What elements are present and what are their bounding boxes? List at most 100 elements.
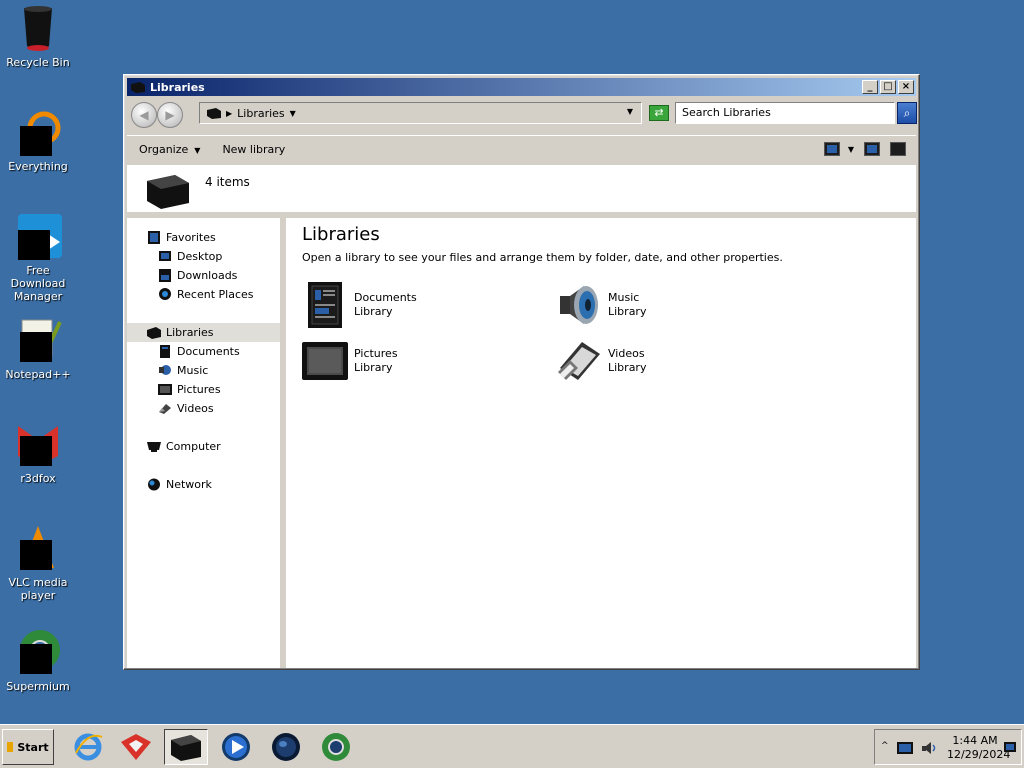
desktop-icon-r3dfox[interactable]: r3dfox: [0, 420, 76, 485]
search-input[interactable]: Search Libraries: [675, 102, 895, 124]
library-item-documents[interactable]: Documents Library: [302, 280, 542, 330]
desktop-icon-everything[interactable]: Everything: [0, 108, 76, 173]
desktop-icon-label: VLC media player: [8, 576, 68, 602]
breadcrumb[interactable]: Libraries: [237, 107, 285, 120]
library-item-videos[interactable]: Videos Library: [556, 336, 796, 386]
nav-item-pictures[interactable]: Pictures: [127, 380, 280, 399]
address-dropdown-icon[interactable]: ▼: [627, 107, 633, 116]
refresh-button[interactable]: ⇄: [649, 105, 669, 121]
display-tray-icon[interactable]: [897, 742, 913, 754]
desktop-icon-recycle-bin[interactable]: Recycle Bin: [0, 4, 76, 69]
view-options-chevron-icon[interactable]: ▼: [848, 145, 854, 154]
supermium-taskbar-button[interactable]: [314, 729, 358, 765]
desktop-icon-label: Notepad++: [5, 368, 71, 381]
network-globe-icon: [147, 478, 161, 491]
nav-item-label: Network: [166, 478, 212, 491]
close-button[interactable]: ×: [898, 80, 914, 94]
nav-item-label: Downloads: [177, 269, 238, 282]
item-count: 4 items: [205, 175, 250, 189]
dark-globe-icon: [272, 733, 300, 761]
desktop-icon-label: Everything: [8, 160, 68, 173]
search-icon[interactable]: ⌕: [897, 102, 917, 124]
everything-icon: [14, 108, 62, 158]
address-bar[interactable]: ▶ Libraries ▼ ▼: [199, 102, 642, 124]
new-library-button[interactable]: New library: [222, 143, 285, 156]
nav-item-documents[interactable]: Documents: [127, 342, 280, 361]
libraries-icon: [206, 106, 222, 120]
content-pane: Libraries Open a library to see your fil…: [286, 218, 916, 668]
r3dfox-icon: [121, 734, 151, 760]
nav-item-label: Libraries: [166, 326, 214, 339]
nav-item-label: Favorites: [166, 231, 216, 244]
desktop-icon-label: r3dfox: [20, 472, 56, 485]
volume-icon[interactable]: [921, 742, 937, 754]
title-bar[interactable]: Libraries _ □ ×: [127, 78, 916, 96]
start-button[interactable]: Start: [2, 729, 54, 765]
nav-item-music[interactable]: Music: [127, 361, 280, 380]
pictures-library-icon: [302, 338, 348, 384]
desktop-icon-supermium[interactable]: Supermium: [0, 628, 76, 693]
details-bar: 4 items: [127, 165, 916, 215]
organize-label: Organize: [139, 143, 189, 156]
nav-item-network[interactable]: Network: [127, 475, 280, 494]
desktop-icon-label: Recycle Bin: [6, 56, 70, 69]
clock-date: 12/29/2024: [947, 748, 1011, 761]
nav-item-libraries[interactable]: Libraries: [127, 323, 280, 342]
globe-app-taskbar-button[interactable]: [264, 729, 308, 765]
library-type: Library: [608, 361, 647, 374]
desktop-icon-vlc-media-player[interactable]: VLC media player: [0, 524, 76, 602]
breadcrumb-arrow-icon[interactable]: ▶: [226, 109, 232, 118]
nav-item-favorites[interactable]: Favorites: [127, 228, 280, 247]
desktop-icon-label: Supermium: [6, 680, 70, 693]
media-player-taskbar-button[interactable]: [214, 729, 258, 765]
page-subtitle: Open a library to see your files and arr…: [302, 251, 783, 264]
desktop-icon-label: Free Download Manager: [10, 264, 66, 303]
r3dfox-taskbar-button[interactable]: [114, 729, 158, 765]
music-icon: [158, 364, 172, 377]
libraries-icon: [171, 735, 201, 761]
nav-item-computer[interactable]: Computer: [127, 437, 280, 456]
nav-item-label: Documents: [177, 345, 240, 358]
system-tray: ^ 1:44 AM 12/29/2024: [874, 729, 1022, 765]
show-hidden-icons-chevron-icon[interactable]: ^: [881, 741, 889, 751]
supermium-icon: [322, 733, 350, 761]
notepad-plus-plus-icon: [14, 316, 62, 364]
explorer-window[interactable]: Libraries _ □ × ◀ ▶ ▶ Libraries ▼ ▼ ⇄ Se…: [123, 74, 920, 670]
maximize-button[interactable]: □: [880, 80, 896, 94]
minimize-button[interactable]: _: [862, 80, 878, 94]
desktop-icon-notepad-plus-plus[interactable]: Notepad++: [0, 316, 76, 381]
internet-explorer-taskbar-button[interactable]: [66, 729, 110, 765]
back-button[interactable]: ◀: [131, 102, 157, 128]
recent-places-icon: [158, 288, 172, 301]
favorites-icon: [147, 231, 161, 244]
nav-item-videos[interactable]: Videos: [127, 399, 280, 418]
desktop-icon-free-download-manager[interactable]: Free Download Manager: [0, 212, 76, 303]
nav-item-recent-places[interactable]: Recent Places: [127, 285, 280, 304]
chevron-down-icon[interactable]: ▼: [290, 109, 296, 118]
libraries-large-icon: [145, 171, 191, 211]
notification-flag-icon[interactable]: [1003, 742, 1019, 754]
media-player-icon: [222, 733, 250, 761]
internet-explorer-icon: [74, 733, 103, 761]
nav-item-desktop[interactable]: Desktop: [127, 247, 280, 266]
start-label: Start: [17, 740, 49, 754]
downloads-icon: [158, 269, 172, 282]
forward-button[interactable]: ▶: [157, 102, 183, 128]
change-view-icon[interactable]: [823, 142, 840, 156]
explorer-taskbar-button[interactable]: [164, 729, 208, 765]
nav-item-downloads[interactable]: Downloads: [127, 266, 280, 285]
library-name: Videos: [608, 347, 645, 360]
library-label: Videos Library: [608, 347, 646, 375]
preview-pane-icon[interactable]: [864, 142, 880, 156]
chevron-down-icon: ▼: [194, 146, 201, 155]
library-label: Pictures Library: [354, 347, 398, 375]
organize-button[interactable]: Organize ▼: [139, 143, 200, 156]
library-item-music[interactable]: Music Library: [556, 280, 796, 330]
recycle-bin-icon: [14, 4, 62, 52]
command-bar: Organize ▼ New library ▼: [127, 135, 916, 163]
library-item-pictures[interactable]: Pictures Library: [302, 336, 542, 386]
clock[interactable]: 1:44 AM 12/29/2024: [947, 734, 1010, 762]
library-name: Music: [608, 291, 640, 304]
help-icon[interactable]: [890, 142, 906, 156]
supermium-icon: [14, 628, 62, 676]
